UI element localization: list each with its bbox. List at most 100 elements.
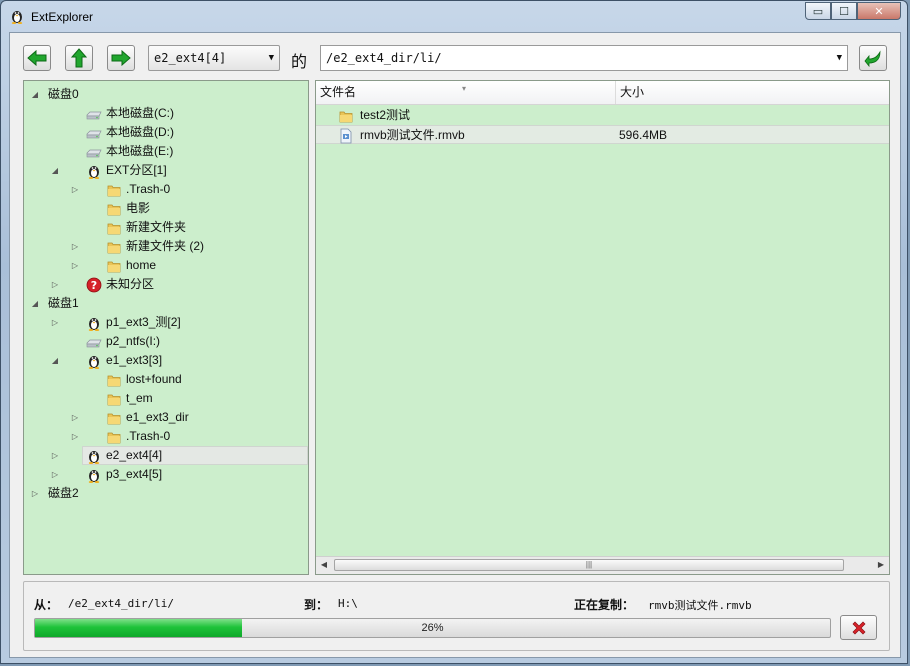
close-icon: ✕ — [874, 5, 884, 18]
tree-expand-icon[interactable]: ▷ — [70, 408, 80, 427]
tree-item-label: 磁盘0 — [48, 87, 79, 101]
tree-expand-icon[interactable]: ▷ — [70, 256, 80, 275]
from-label: 从： — [34, 598, 59, 612]
tree-expand-icon[interactable]: ▷ — [50, 275, 60, 294]
file-row[interactable]: test2测试 — [316, 106, 889, 125]
folder-icon — [106, 239, 122, 255]
file-row[interactable]: rmvb测试文件.rmvb 596.4MB — [316, 125, 889, 144]
folder-icon — [338, 108, 354, 124]
folder-icon — [106, 201, 122, 217]
tree-item-label: home — [126, 258, 157, 272]
green-up-arrow-icon — [71, 48, 87, 68]
column-header-name[interactable]: 文件名 ▾ — [316, 81, 616, 104]
tree-collapse-icon[interactable]: ◢ — [50, 161, 60, 180]
tree-collapse-icon[interactable]: ◢ — [30, 85, 40, 104]
file-name: test2测试 — [360, 108, 411, 122]
scroll-right-icon[interactable]: ▶ — [873, 557, 889, 573]
back-button[interactable] — [23, 45, 51, 71]
tree-item-label: 磁盘1 — [48, 296, 79, 310]
tree-item-label: p2_ntfs(I:) — [106, 334, 161, 348]
tree-item-label: EXT分区[1] — [106, 163, 167, 177]
cancel-copy-button[interactable] — [840, 615, 877, 640]
drive-icon — [86, 144, 102, 160]
scroll-grip: ||| — [585, 560, 593, 569]
tree-collapse-icon[interactable]: ◢ — [50, 351, 60, 370]
linux-partition-icon — [86, 315, 102, 331]
copy-progress-bar: 26% — [34, 618, 831, 638]
minimize-button[interactable]: ▭ — [805, 2, 831, 20]
horizontal-scrollbar[interactable]: ◀ ||| ▶ — [316, 556, 889, 574]
video-file-icon — [338, 128, 354, 144]
tree-collapse-icon[interactable]: ◢ — [30, 294, 40, 313]
tree-expand-icon[interactable]: ▷ — [50, 446, 60, 465]
folder-icon — [106, 258, 122, 274]
tree-item-label: .Trash-0 — [126, 182, 171, 196]
forward-button[interactable] — [107, 45, 135, 71]
window-controls: ▭ ☐ ✕ — [805, 2, 901, 21]
maximize-button[interactable]: ☐ — [831, 2, 857, 20]
folder-icon — [106, 372, 122, 388]
tree-item-label: 未知分区 — [106, 277, 155, 291]
tree-item-label: 新建文件夹 (2) — [126, 239, 205, 253]
green-left-arrow-icon — [27, 50, 47, 66]
tree-expand-icon[interactable]: ▷ — [70, 427, 80, 446]
tree-expand-icon[interactable]: ▷ — [30, 484, 40, 503]
column-name-label: 文件名 — [320, 85, 357, 99]
path-value: /e2_ext4_dir/li/ — [326, 51, 442, 65]
tree-item-label: e2_ext4[4] — [106, 448, 163, 462]
drive-select[interactable]: e2_ext4[4] ▼ — [148, 45, 280, 71]
folder-icon — [106, 391, 122, 407]
tree-item-label: 本地磁盘(D:) — [106, 125, 174, 139]
to-label: 到： — [304, 598, 329, 612]
file-name: rmvb测试文件.rmvb — [360, 128, 465, 142]
scroll-left-icon[interactable]: ◀ — [316, 557, 332, 573]
maximize-icon: ☐ — [839, 5, 849, 18]
column-size-label: 大小 — [620, 85, 645, 99]
path-combo[interactable]: /e2_ext4_dir/li/ ▼ — [320, 45, 848, 71]
tree-expand-icon[interactable]: ▷ — [50, 465, 60, 484]
to-value: H:\ — [338, 597, 358, 610]
drive-icon — [86, 334, 102, 350]
tree-item-label: 新建文件夹 — [126, 220, 187, 234]
green-right-arrow-icon — [111, 50, 131, 66]
copying-value: rmvb测试文件.rmvb — [648, 599, 752, 612]
tree-expand-icon[interactable]: ▷ — [70, 180, 80, 199]
tree-expand-icon[interactable]: ▷ — [50, 313, 60, 332]
file-size: 596.4MB — [619, 128, 668, 142]
linux-partition-icon — [86, 163, 102, 179]
folder-icon — [106, 220, 122, 236]
tree-item-label: t_em — [126, 391, 153, 405]
drive-icon — [86, 125, 102, 141]
scrollbar-thumb[interactable]: ||| — [334, 559, 844, 571]
folder-icon — [106, 429, 122, 445]
tree-item-label: e1_ext3[3] — [106, 353, 163, 367]
sort-caret-icon: ▾ — [462, 84, 467, 93]
copy-status-panel: 从： /e2_ext4_dir/li/ 到： H:\ 正在复制： rmvb测试文… — [23, 581, 890, 651]
app-window: ExtExplorer ▭ ☐ ✕ e2_ext4[4] ▼ 的 /e2_ext… — [0, 0, 908, 664]
folder-tree[interactable]: ◢ 磁盘0 本地磁盘(C:) 本地磁盘(D:) 本地磁盘(E:) ◢ EXT分区[1] ▷ .T… — [23, 80, 309, 575]
linux-partition-icon — [86, 353, 102, 369]
chevron-down-icon: ▼ — [836, 53, 842, 63]
drive-icon — [86, 106, 102, 122]
tree-item-label: 本地磁盘(E:) — [106, 144, 174, 158]
minimize-icon: ▭ — [812, 5, 824, 18]
tree-item-label: 磁盘2 — [48, 486, 79, 500]
close-button[interactable]: ✕ — [857, 2, 901, 20]
unknown-partition-icon: ? — [86, 277, 102, 293]
tree-item-label: .Trash-0 — [126, 429, 171, 443]
tree-expand-icon[interactable]: ▷ — [70, 237, 80, 256]
file-list[interactable]: 文件名 ▾ 大小 test2测试 rmvb测试文件.rmvb 596.4MB ◀ |… — [315, 80, 890, 575]
up-button[interactable] — [65, 45, 93, 71]
de-label: 的 — [291, 54, 308, 71]
client-area: e2_ext4[4] ▼ 的 /e2_ext4_dir/li/ ▼ ◢ 磁盘0 本地… — [9, 32, 901, 658]
folder-icon — [106, 410, 122, 426]
linux-partition-icon — [86, 448, 102, 464]
column-header-size[interactable]: 大小 — [616, 81, 889, 104]
return-arrow-icon — [864, 50, 881, 67]
file-list-header: 文件名 ▾ 大小 — [316, 81, 889, 105]
title-bar[interactable]: ExtExplorer ▭ ☐ ✕ — [1, 1, 907, 33]
toolbar: e2_ext4[4] ▼ 的 /e2_ext4_dir/li/ ▼ — [10, 33, 900, 77]
copying-label: 正在复制： — [574, 598, 635, 612]
progress-text: 26% — [421, 622, 444, 634]
go-button[interactable] — [859, 45, 887, 71]
